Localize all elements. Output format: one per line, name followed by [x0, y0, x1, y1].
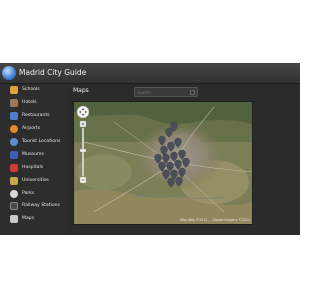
search-icon[interactable]: [190, 89, 195, 95]
search-input[interactable]: [137, 88, 187, 96]
school-icon: [10, 86, 18, 95]
sidebar-item-maps[interactable]: Maps: [0, 213, 68, 226]
sidebar-item-hotels[interactable]: Hotels: [0, 97, 68, 110]
map-view[interactable]: Map data ©2011 ... Google Imagery ©2011: [73, 101, 253, 225]
sidebar-item-label: Tourist Locations: [22, 139, 61, 144]
sidebar-item-tourist-locations[interactable]: Tourist Locations: [0, 136, 68, 149]
sidebar-item-label: Airports: [22, 126, 41, 132]
sidebar-item-airports[interactable]: Airports: [0, 123, 68, 136]
sidebar-item-railway-stations[interactable]: Railway Stations: [0, 200, 68, 213]
tourist-icon: [10, 138, 18, 146]
sidebar-item-label: Hotels: [22, 100, 37, 106]
museum-icon: [10, 150, 18, 159]
sidebar: Schools Hotels Restaurants Airports Tour…: [0, 84, 68, 235]
park-icon: [10, 189, 18, 198]
sidebar-item-label: Railway Stations: [22, 203, 60, 209]
title-bar: Madrid City Guide: [0, 63, 300, 84]
sidebar-item-label: Hospitals: [22, 164, 44, 170]
hotel-icon: [10, 99, 18, 108]
sidebar-item-label: Maps: [22, 216, 35, 222]
app-title: Madrid City Guide: [19, 68, 87, 77]
sidebar-item-universities[interactable]: Universities: [0, 174, 68, 187]
sidebar-item-schools[interactable]: Schools: [0, 84, 68, 97]
sidebar-item-label: Parks: [22, 190, 35, 196]
sidebar-item-label: Restaurants: [22, 113, 50, 119]
maps-icon: [10, 215, 18, 224]
restaurant-icon: [10, 112, 18, 121]
railway-icon: [10, 202, 18, 211]
sidebar-item-label: Schools: [22, 87, 40, 93]
sidebar-item-parks[interactable]: Parks: [0, 187, 68, 200]
globe-icon: [2, 66, 16, 80]
sidebar-item-museums[interactable]: Museums: [0, 148, 68, 161]
navigation-control[interactable]: [76, 105, 90, 119]
sidebar-item-restaurants[interactable]: Restaurants: [0, 110, 68, 123]
search-box[interactable]: [134, 87, 198, 97]
sidebar-item-hospitals[interactable]: Hospitals: [0, 161, 68, 174]
satellite-map[interactable]: [74, 102, 252, 224]
sidebar-item-label: Universities: [22, 177, 49, 183]
university-icon: [10, 176, 18, 185]
sidebar-item-label: Museums: [22, 151, 44, 157]
hospital-icon: [10, 163, 18, 172]
map-attribution: Map data ©2011 ... Google Imagery ©2011: [179, 218, 250, 222]
airport-icon: [10, 125, 18, 134]
page-title: Maps: [73, 87, 89, 94]
